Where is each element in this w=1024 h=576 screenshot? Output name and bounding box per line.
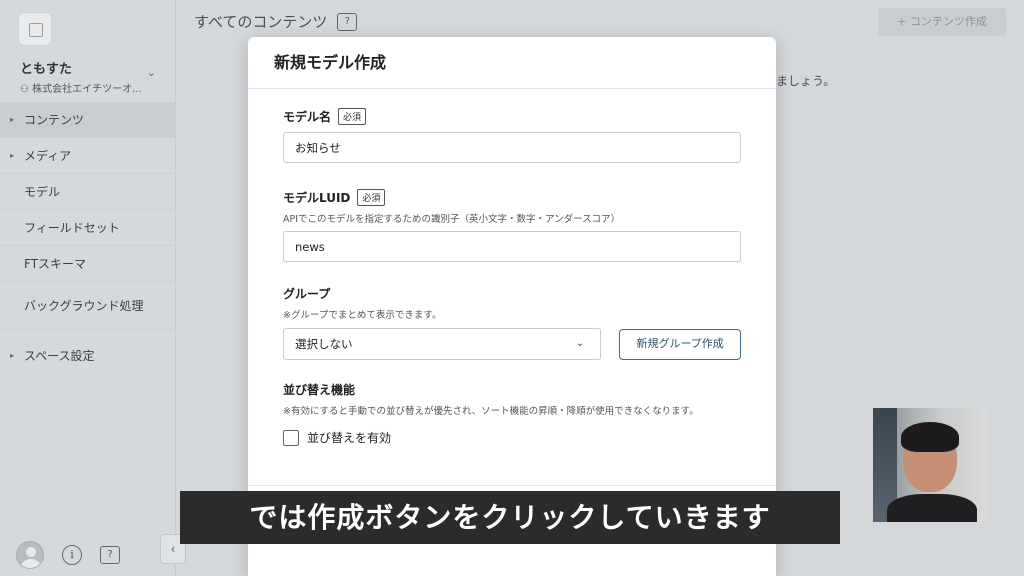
sidebar-item-label: FTスキーマ: [24, 257, 87, 271]
video-caption: では作成ボタンをクリックしていきます: [180, 491, 840, 544]
sidebar-item-label: バックグラウンド処理: [24, 299, 144, 313]
sort-description: ※有効にすると手動での並び替えが優先され、ソート機能の昇順・降順が使用できなくな…: [283, 406, 699, 417]
webcam-person-body: [887, 494, 977, 522]
group-description: ※グループでまとめて表示できます。: [283, 310, 442, 321]
model-luid-input[interactable]: [283, 231, 741, 262]
sidebar-item-ft-schema[interactable]: FTスキーマ: [0, 246, 176, 282]
sidebar-nav: ▸ コンテンツ ▸ メディア モデル フィールドセット FTスキーマ バックグラウン…: [0, 102, 176, 382]
space-org: ⚇ 株式会社エイチツーオ...: [20, 80, 170, 95]
sort-label: 並び替え機能: [283, 383, 356, 397]
group-label: グループ: [283, 287, 331, 301]
caret-right-icon: ▸: [10, 115, 15, 124]
sidebar-item-label: フィールドセット: [24, 221, 120, 235]
help-icon[interactable]: ?: [100, 546, 120, 564]
model-luid-field: モデルLUID 必須 APIでこのモデルを指定するための識別子（英小文字・数字・…: [283, 189, 741, 262]
sort-checkbox-row[interactable]: 並び替えを有効: [283, 429, 741, 446]
background-hint-text: ましょう。: [776, 74, 836, 88]
space-switcher[interactable]: ともすた ⚇ 株式会社エイチツーオ... ⌄: [20, 58, 170, 95]
user-group-icon: ⚇: [20, 84, 33, 95]
group-field: グループ ※グループでまとめて表示できます。 選択しない ⌄ 新規グループ作成: [283, 285, 741, 360]
sidebar-item-contents[interactable]: ▸ コンテンツ: [0, 102, 176, 138]
sidebar-item-label: コンテンツ: [24, 113, 85, 127]
caret-right-icon: ▸: [10, 351, 15, 360]
page-title: すべてのコンテンツ ?: [194, 11, 358, 32]
model-name-field: モデル名 必須: [283, 108, 741, 163]
sidebar-footer: i ?: [16, 540, 120, 570]
page-title-text: すべてのコンテンツ: [194, 13, 328, 31]
group-select-row: 選択しない ⌄ 新規グループ作成: [283, 328, 741, 360]
dialog-footer-divider: [248, 485, 776, 486]
sort-enable-label[interactable]: 並び替えを有効: [307, 429, 391, 446]
caret-right-icon: ▸: [10, 151, 15, 160]
sidebar-item-label: メディア: [24, 149, 72, 163]
model-name-input[interactable]: [283, 132, 741, 163]
sidebar-item-label: モデル: [24, 185, 61, 199]
required-badge: 必須: [338, 108, 367, 125]
avatar[interactable]: [16, 541, 44, 569]
dialog-title: 新規モデル作成: [248, 37, 776, 89]
chevron-down-icon: ⌄: [575, 338, 585, 349]
sidebar-item-space-settings[interactable]: ▸ スペース設定: [0, 330, 176, 382]
webcam-overlay: [873, 408, 987, 522]
chevron-down-icon: ⌄: [146, 66, 156, 79]
sidebar-item-fieldsets[interactable]: フィールドセット: [0, 210, 176, 246]
new-group-button[interactable]: 新規グループ作成: [619, 328, 741, 360]
model-luid-label-text: モデルLUID: [283, 191, 351, 205]
sidebar-item-models[interactable]: モデル: [0, 174, 176, 210]
sidebar-item-media[interactable]: ▸ メディア: [0, 138, 176, 174]
sidebar-item-background-jobs[interactable]: バックグラウンド処理: [0, 282, 176, 330]
required-badge: 必須: [357, 189, 386, 206]
sort-field: 並び替え機能 ※有効にすると手動での並び替えが優先され、ソート機能の昇順・降順が…: [283, 381, 741, 446]
space-org-label: 株式会社エイチツーオ...: [32, 84, 142, 95]
group-select-value: 選択しない: [295, 337, 353, 351]
model-luid-description: APIでこのモデルを指定するための識別子（英小文字・数字・アンダースコア）: [283, 214, 621, 225]
model-name-label-text: モデル名: [283, 110, 332, 124]
info-icon[interactable]: i: [62, 545, 82, 565]
model-name-label: モデル名 必須: [283, 108, 741, 125]
group-select[interactable]: 選択しない ⌄: [283, 328, 602, 360]
sidebar-item-label: スペース設定: [24, 349, 95, 363]
model-luid-label: モデルLUID 必須: [283, 189, 741, 206]
new-content-button[interactable]: + コンテンツ作成: [878, 8, 1006, 36]
space-logo-icon[interactable]: [18, 12, 52, 46]
webcam-person-hair: [901, 422, 959, 452]
sort-enable-checkbox[interactable]: [283, 429, 299, 446]
sidebar: ともすた ⚇ 株式会社エイチツーオ... ⌄ ▸ コンテンツ ▸ メディア モデル …: [0, 0, 176, 576]
help-icon[interactable]: ?: [337, 12, 358, 31]
